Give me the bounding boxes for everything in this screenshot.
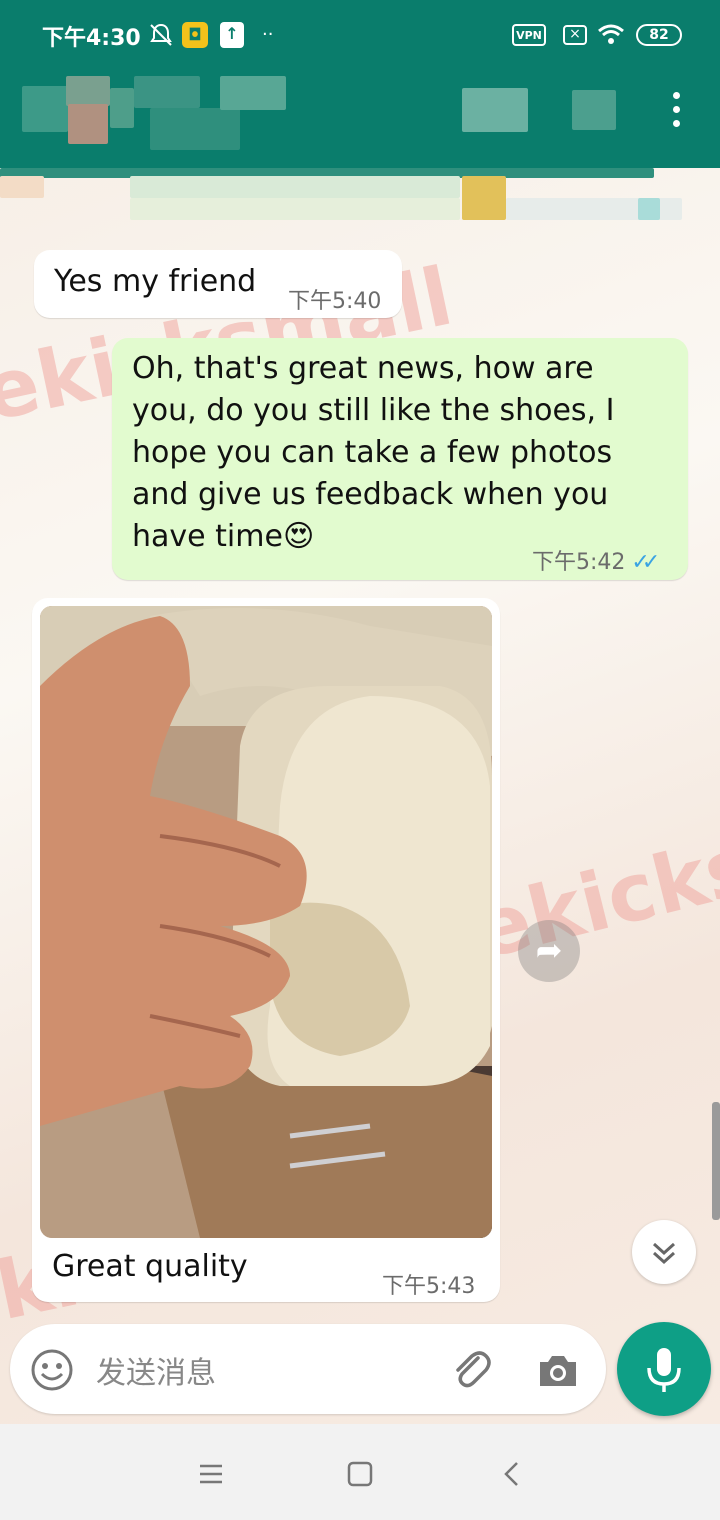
incoming-message[interactable]: Yes my friend 下午5:40 <box>34 250 402 318</box>
emoji-icon[interactable] <box>30 1348 74 1392</box>
menu-nav-icon[interactable] <box>190 1454 230 1494</box>
message-input[interactable]: 发送消息 <box>96 1348 216 1392</box>
forward-icon[interactable]: ➦ <box>518 920 580 982</box>
scrollbar[interactable] <box>712 1102 720 1220</box>
message-time: 下午5:40 <box>288 289 382 314</box>
battery-icon: 82 <box>636 24 682 46</box>
app-header: 下午4:30 ◘ ↑ ·· VPN × 82 <box>0 0 720 168</box>
scroll-to-bottom-button[interactable] <box>632 1220 696 1284</box>
no-sim-icon: × <box>563 25 587 45</box>
message-composer[interactable]: 发送消息 <box>10 1324 606 1414</box>
more-notifications-icon: ·· <box>262 24 274 45</box>
read-ticks-icon: ✓✓ <box>631 550 660 575</box>
heart-eyes-emoji: 😍 <box>282 519 315 554</box>
back-nav-icon[interactable] <box>492 1454 532 1494</box>
voice-message-button[interactable] <box>617 1322 711 1416</box>
status-bar: 下午4:30 ◘ ↑ ·· VPN × 82 <box>0 0 720 70</box>
more-options-icon[interactable] <box>664 92 688 136</box>
blurred-notice <box>0 168 720 222</box>
system-navigation-bar <box>0 1424 720 1520</box>
vpn-icon: VPN <box>512 24 546 46</box>
home-nav-icon[interactable] <box>340 1454 380 1494</box>
wifi-icon <box>597 22 625 48</box>
upload-icon: ↑ <box>220 22 244 48</box>
mute-bell-icon <box>148 22 174 48</box>
message-text: Yes my friend <box>54 264 257 299</box>
app-notification-icon: ◘ <box>182 22 208 48</box>
attach-icon[interactable] <box>448 1346 494 1392</box>
message-time: 下午5:43 <box>382 1274 476 1299</box>
message-text: Oh, that's great news, how are you, do y… <box>132 351 615 554</box>
image-caption: Great quality <box>52 1249 248 1284</box>
chat-area[interactable]: ekicksmall ekicksmall ekicksmall Yes my … <box>0 168 720 1424</box>
watermark-text: ekicksmall <box>465 771 720 978</box>
microphone-icon <box>647 1348 681 1392</box>
status-time: 下午4:30 <box>42 26 141 51</box>
photo-slide-sandal[interactable] <box>40 606 492 1238</box>
camera-icon[interactable] <box>536 1348 580 1392</box>
outgoing-message[interactable]: Oh, that's great news, how are you, do y… <box>112 338 688 580</box>
incoming-image-message[interactable]: Great quality 下午5:43 <box>32 598 500 1302</box>
message-time: 下午5:42 ✓✓ <box>532 550 660 575</box>
